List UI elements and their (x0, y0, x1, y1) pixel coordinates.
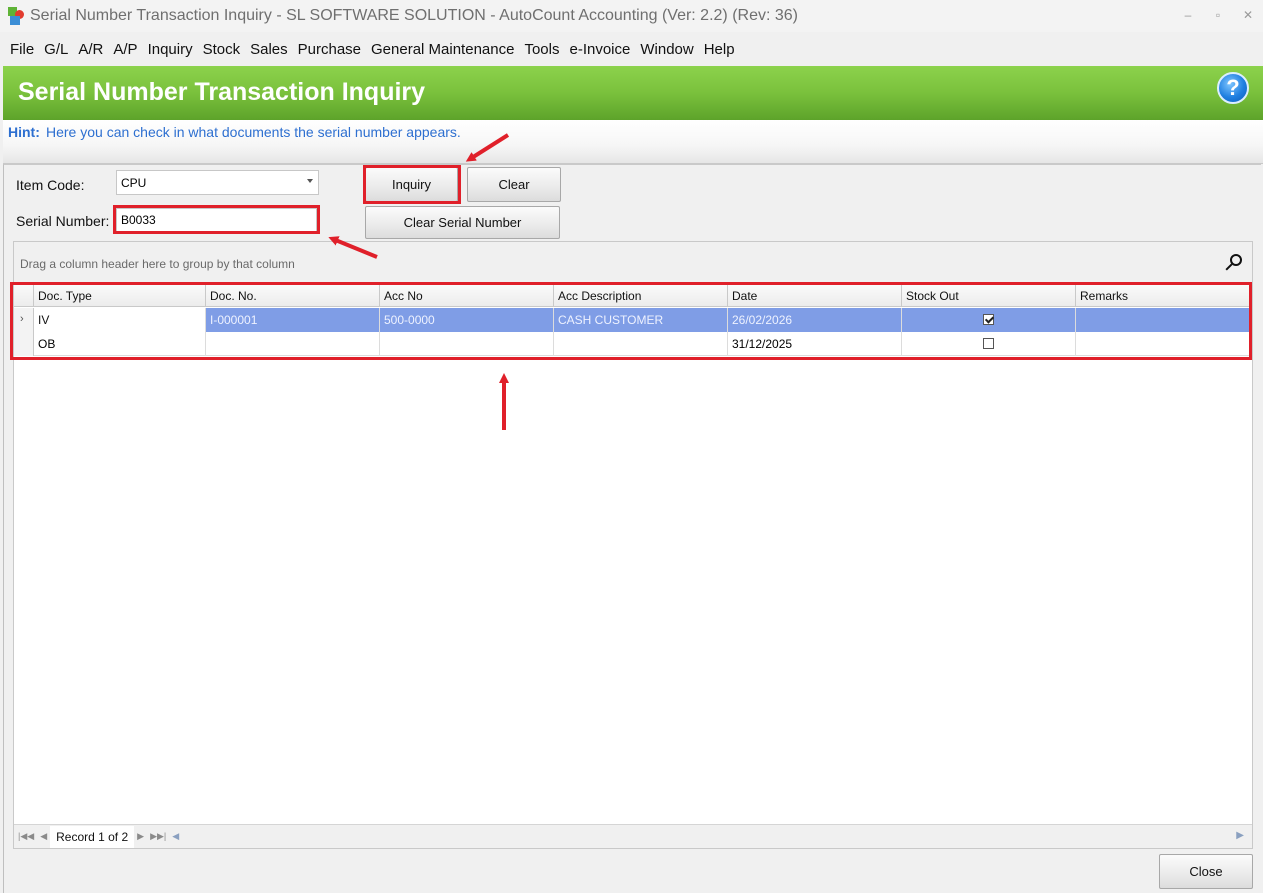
cell-remarks[interactable] (1076, 308, 1252, 332)
previous-record-icon[interactable]: ◀ (37, 831, 50, 842)
help-icon[interactable]: ? (1217, 72, 1249, 104)
cell-remarks[interactable] (1076, 332, 1252, 356)
page-title: Serial Number Transaction Inquiry (18, 78, 426, 106)
menu-file[interactable]: File (5, 41, 39, 58)
row-indicator (14, 332, 34, 356)
close-button[interactable]: Close (1159, 854, 1253, 889)
item-code-value: CPU (121, 176, 147, 190)
cell-date[interactable]: 31/12/2025 (728, 332, 902, 356)
inquiry-button[interactable]: Inquiry (365, 167, 458, 202)
window-title: Serial Number Transaction Inquiry - SL S… (30, 7, 798, 24)
cell-doc-type[interactable]: OB (34, 332, 206, 356)
item-code-label: Item Code: (16, 177, 85, 193)
menu-purchase[interactable]: Purchase (293, 41, 366, 58)
menu-gl[interactable]: G/L (39, 41, 73, 58)
current-row-icon: › (20, 313, 24, 325)
menu-sales[interactable]: Sales (245, 41, 293, 58)
last-record-icon[interactable]: ▶▶| (147, 831, 169, 842)
clear-button[interactable]: Clear (467, 167, 561, 202)
cell-doc-no[interactable]: I-000001 (206, 308, 380, 332)
serial-number-value: B0033 (121, 213, 156, 227)
close-window-button[interactable]: ✕ (1233, 0, 1263, 30)
table-row[interactable]: › IV I-000001 500-0000 CASH CUSTOMER 26/… (14, 308, 1252, 332)
hint-text: Here you can check in what documents the… (46, 124, 461, 140)
cell-acc-no[interactable]: 500-0000 (380, 308, 554, 332)
cell-stock-out[interactable] (902, 308, 1076, 332)
row-indicator: › (14, 308, 34, 332)
menu-general-maintenance[interactable]: General Maintenance (366, 41, 519, 58)
column-header-doc-type[interactable]: Doc. Type (34, 285, 206, 307)
menu-inquiry[interactable]: Inquiry (143, 41, 198, 58)
record-navigator: |◀◀ ◀ Record 1 of 2 ▶ ▶▶| ◀ ▶ (14, 824, 1252, 848)
scroll-left-icon[interactable]: ◀ (169, 831, 182, 842)
menu-bar: File G/L A/R A/P Inquiry Stock Sales Pur… (0, 32, 1263, 66)
table-row[interactable]: OB 31/12/2025 (14, 332, 1252, 356)
group-by-hint: Drag a column header here to group by th… (20, 257, 295, 271)
clear-serial-number-button[interactable]: Clear Serial Number (365, 206, 560, 239)
column-header-acc-no[interactable]: Acc No (380, 285, 554, 307)
cell-acc-no[interactable] (380, 332, 554, 356)
menu-help[interactable]: Help (699, 41, 740, 58)
hint-bar: Hint: Here you can check in what documen… (3, 120, 1263, 164)
menu-ap[interactable]: A/P (108, 41, 142, 58)
cell-acc-description[interactable]: CASH CUSTOMER (554, 308, 728, 332)
menu-stock[interactable]: Stock (198, 41, 246, 58)
app-logo-icon (8, 7, 24, 25)
menu-e-invoice[interactable]: e-Invoice (564, 41, 635, 58)
cell-doc-no[interactable] (206, 332, 380, 356)
title-bar: Serial Number Transaction Inquiry - SL S… (0, 0, 1263, 32)
cell-acc-description[interactable] (554, 332, 728, 356)
page-header: Serial Number Transaction Inquiry ? (3, 66, 1263, 120)
transaction-grid: Drag a column header here to group by th… (13, 241, 1253, 849)
chevron-down-icon[interactable] (307, 179, 313, 183)
menu-ar[interactable]: A/R (73, 41, 108, 58)
maximize-button[interactable]: ▫ (1203, 0, 1233, 30)
menu-tools[interactable]: Tools (519, 41, 564, 58)
scroll-right-icon[interactable]: ▶ (1236, 830, 1244, 841)
cell-doc-type[interactable]: IV (34, 308, 206, 332)
stock-out-checkbox[interactable] (983, 314, 994, 325)
stock-out-checkbox[interactable] (983, 338, 994, 349)
cell-date[interactable]: 26/02/2026 (728, 308, 902, 332)
cell-stock-out[interactable] (902, 332, 1076, 356)
minimize-button[interactable]: – (1173, 0, 1203, 30)
first-record-icon[interactable]: |◀◀ (14, 831, 37, 842)
serial-number-input[interactable]: B0033 (116, 208, 317, 232)
item-code-combo[interactable]: CPU (116, 170, 319, 195)
column-header-stock-out[interactable]: Stock Out (902, 285, 1076, 307)
menu-window[interactable]: Window (635, 41, 698, 58)
search-icon[interactable] (1224, 254, 1242, 274)
serial-number-label: Serial Number: (16, 213, 110, 229)
column-header-date[interactable]: Date (728, 285, 902, 307)
hint-label: Hint: (8, 124, 40, 140)
column-header-remarks[interactable]: Remarks (1076, 285, 1252, 307)
column-header-acc-description[interactable]: Acc Description (554, 285, 728, 307)
next-record-icon[interactable]: ▶ (134, 831, 147, 842)
group-by-panel[interactable]: Drag a column header here to group by th… (14, 242, 1252, 284)
record-count: Record 1 of 2 (50, 825, 135, 848)
grid-header-row: Doc. Type Doc. No. Acc No Acc Descriptio… (14, 285, 1252, 307)
column-header-doc-no[interactable]: Doc. No. (206, 285, 380, 307)
row-indicator-header (14, 285, 34, 307)
